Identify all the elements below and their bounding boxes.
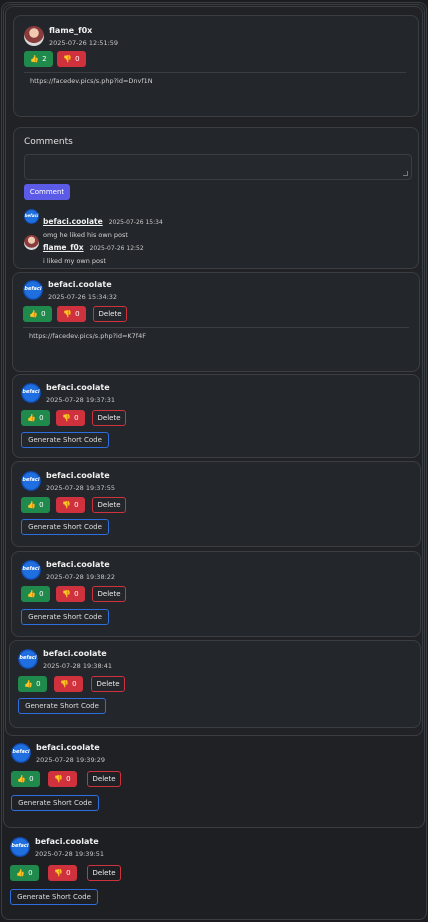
generate-short-code-button[interactable]: Generate Short Code [21, 432, 109, 448]
post-header: befaci befaci.coolate 2025-07-28 19:39:5… [10, 837, 104, 858]
comment-item: flame_f0x 2025-07-26 12:52 i liked my own… [24, 235, 144, 265]
post-link[interactable]: https://facedev.pics/s.php?id=K7f4F [29, 332, 146, 340]
thumbs-up-icon: 👍 [29, 310, 39, 318]
dislike-button[interactable]: 👎 0 [48, 865, 77, 881]
thumbs-down-icon: 👎 [62, 590, 72, 598]
thumbs-down-icon: 👎 [62, 501, 72, 509]
dislike-button[interactable]: 👎 0 [54, 676, 83, 692]
post-username[interactable]: befaci.coolate [46, 560, 115, 570]
avatar[interactable]: befaci [10, 837, 30, 857]
post-header: flame_f0x 2025-07-26 12:51:59 [24, 26, 118, 47]
thumbs-up-icon: 👍 [16, 869, 26, 877]
post-username[interactable]: befaci.coolate [48, 280, 117, 290]
comments-title: Comments [24, 137, 73, 147]
post-header: befaci befaci.coolate 2025-07-26 15:34:3… [23, 280, 117, 301]
post-date: 2025-07-28 19:39:29 [36, 756, 106, 764]
avatar[interactable]: befaci [23, 280, 43, 300]
thumbs-up-icon: 👍 [27, 501, 37, 509]
like-button[interactable]: 👍 0 [23, 306, 52, 322]
dislike-button[interactable]: 👎 0 [48, 771, 77, 787]
delete-button[interactable]: Delete [87, 865, 121, 881]
dislike-button[interactable]: 👎 0 [56, 497, 85, 513]
thumbs-down-icon: 👎 [60, 680, 70, 688]
like-button[interactable]: 👍 0 [21, 410, 50, 426]
thumbs-down-icon: 👎 [54, 775, 64, 783]
thumbs-down-icon: 👎 [63, 55, 73, 63]
post-date: 2025-07-28 19:38:41 [43, 662, 113, 670]
comment-date: 2025-07-26 15:34 [108, 219, 163, 226]
avatar[interactable]: befaci [21, 560, 41, 580]
post-username[interactable]: befaci.coolate [46, 471, 115, 481]
thumbs-up-icon: 👍 [30, 55, 40, 63]
dislike-button[interactable]: 👎 0 [56, 586, 85, 602]
post-header: befaci befaci.coolate 2025-07-28 19:37:3… [21, 383, 115, 404]
post-username[interactable]: befaci.coolate [35, 837, 104, 847]
comment-button[interactable]: Comment [24, 184, 70, 200]
like-button[interactable]: 👍 0 [10, 865, 39, 881]
generate-short-code-button[interactable]: Generate Short Code [10, 889, 98, 905]
generate-short-code-button[interactable]: Generate Short Code [18, 698, 106, 714]
thumbs-up-icon: 👍 [24, 680, 34, 688]
delete-button[interactable]: Delete [91, 676, 125, 692]
comment-input[interactable] [24, 154, 412, 180]
comment-username[interactable]: flame_f0x [43, 243, 84, 252]
post-date: 2025-07-26 15:34:32 [48, 293, 118, 301]
delete-button[interactable]: Delete [92, 410, 126, 426]
thumbs-up-icon: 👍 [27, 414, 37, 422]
post-link[interactable]: https://facedev.pics/s.php?id=Dnvf1N [30, 77, 153, 85]
delete-button[interactable]: Delete [87, 771, 121, 787]
generate-short-code-button[interactable]: Generate Short Code [21, 519, 109, 535]
divider [24, 72, 406, 73]
generate-short-code-button[interactable]: Generate Short Code [21, 609, 109, 625]
post-date: 2025-07-28 19:37:31 [46, 396, 116, 404]
avatar[interactable]: befaci [21, 383, 41, 403]
delete-button[interactable]: Delete [92, 586, 126, 602]
avatar[interactable] [24, 235, 39, 250]
post-username[interactable]: flame_f0x [49, 26, 118, 36]
comment-username[interactable]: befaci.coolate [43, 217, 103, 226]
thumbs-down-icon: 👎 [62, 414, 72, 422]
thumbs-up-icon: 👍 [27, 590, 37, 598]
avatar[interactable]: befaci [11, 743, 31, 763]
dislike-button[interactable]: 👎 0 [57, 306, 86, 322]
dislike-button[interactable]: 👎 0 [57, 51, 86, 67]
like-button[interactable]: 👍 0 [21, 586, 50, 602]
like-button[interactable]: 👍 0 [11, 771, 40, 787]
delete-button[interactable]: Delete [92, 497, 126, 513]
thumbs-up-icon: 👍 [17, 775, 27, 783]
post-header: befaci befaci.coolate 2025-07-28 19:39:2… [11, 743, 105, 764]
resize-handle-icon[interactable] [403, 171, 408, 176]
post-date: 2025-07-28 19:38:22 [46, 573, 116, 581]
post-username[interactable]: befaci.coolate [46, 383, 115, 393]
post-date: 2025-07-26 12:51:59 [49, 39, 119, 47]
like-button[interactable]: 👍 0 [18, 676, 47, 692]
generate-short-code-button[interactable]: Generate Short Code [11, 795, 99, 811]
like-button[interactable]: 👍 0 [21, 497, 50, 513]
post-header: befaci befaci.coolate 2025-07-28 19:38:4… [18, 649, 112, 670]
avatar[interactable]: befaci [18, 649, 38, 669]
post-username[interactable]: befaci.coolate [43, 649, 112, 659]
like-button[interactable]: 👍 2 [24, 51, 53, 67]
avatar[interactable] [24, 26, 44, 46]
delete-button[interactable]: Delete [93, 306, 127, 322]
thumbs-down-icon: 👎 [63, 310, 73, 318]
avatar[interactable]: befaci [24, 209, 39, 224]
post-date: 2025-07-28 19:37:55 [46, 484, 116, 492]
comment-date: 2025-07-26 12:52 [89, 245, 144, 252]
thumbs-down-icon: 👎 [54, 869, 64, 877]
avatar[interactable]: befaci [21, 471, 41, 491]
post-date: 2025-07-28 19:39:51 [35, 850, 105, 858]
post-header: befaci befaci.coolate 2025-07-28 19:38:2… [21, 560, 115, 581]
dislike-button[interactable]: 👎 0 [56, 410, 85, 426]
divider [23, 327, 409, 328]
post-header: befaci befaci.coolate 2025-07-28 19:37:5… [21, 471, 115, 492]
post-username[interactable]: befaci.coolate [36, 743, 105, 753]
comment-text: i liked my own post [43, 257, 106, 265]
